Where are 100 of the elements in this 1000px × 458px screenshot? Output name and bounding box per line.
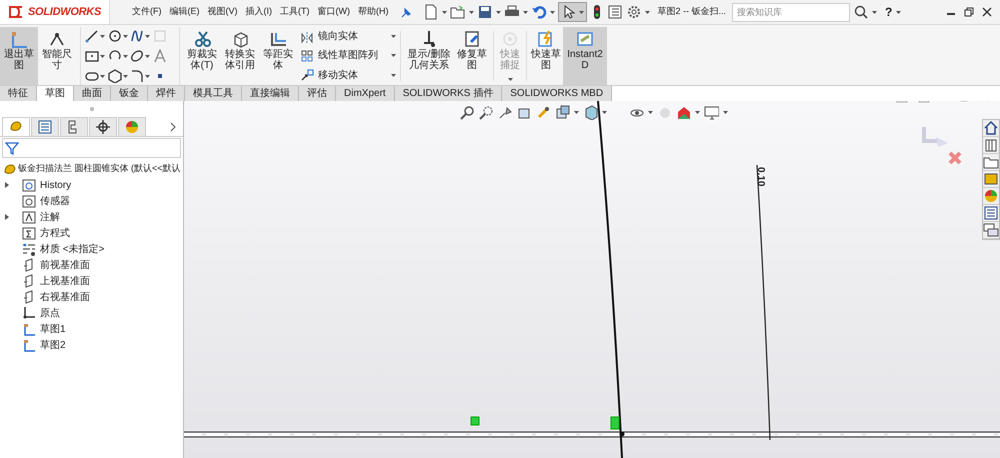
tree-item[interactable]: 右视基准面 bbox=[40, 290, 90, 304]
graphics-area[interactable]: 0.10 bbox=[184, 101, 1000, 458]
ribbon-button[interactable]: 显示/删除几何关系 bbox=[405, 27, 453, 85]
forum-icon[interactable] bbox=[983, 222, 999, 238]
caret-icon[interactable] bbox=[122, 54, 128, 58]
sketch-curve[interactable] bbox=[597, 101, 623, 458]
tree-item[interactable]: 传感器 bbox=[40, 194, 70, 208]
polygon-icon[interactable] bbox=[108, 69, 122, 83]
caret-icon[interactable] bbox=[644, 10, 650, 14]
caret-icon[interactable] bbox=[145, 34, 150, 38]
caret-icon[interactable] bbox=[145, 54, 150, 58]
library-icon[interactable] bbox=[983, 137, 999, 153]
caret-icon[interactable] bbox=[695, 111, 700, 114]
ribbon-button[interactable]: 快速草图 bbox=[529, 27, 563, 85]
ribbon-button[interactable]: 修复草图 bbox=[453, 27, 491, 85]
ribbon-button[interactable]: 剪裁实体(T) bbox=[184, 27, 220, 85]
command-tab[interactable]: 曲面 bbox=[74, 86, 111, 101]
dimension-label[interactable]: 0.10 bbox=[753, 167, 768, 186]
command-tab[interactable]: 钣金 bbox=[111, 86, 148, 101]
ribbon-button[interactable]: Instant2D bbox=[563, 27, 607, 85]
previous-view-icon[interactable] bbox=[498, 105, 513, 120]
menu-item[interactable]: 插入(I) bbox=[246, 5, 272, 19]
command-tab[interactable]: 特征 bbox=[0, 86, 37, 101]
tree-item[interactable]: 方程式 bbox=[40, 226, 70, 240]
caret-icon[interactable] bbox=[100, 74, 105, 78]
rectangle-icon[interactable] bbox=[85, 49, 99, 63]
settings-icon[interactable] bbox=[626, 4, 642, 20]
home-icon[interactable] bbox=[983, 120, 999, 136]
command-tab[interactable]: SOLIDWORKS 插件 bbox=[394, 86, 502, 101]
monitor-icon[interactable] bbox=[704, 105, 719, 120]
help-button[interactable]: ? bbox=[885, 3, 892, 21]
select-button[interactable] bbox=[558, 2, 586, 22]
caret-icon[interactable] bbox=[391, 74, 396, 77]
list-panel-icon[interactable] bbox=[606, 4, 622, 20]
dimension-line[interactable] bbox=[756, 164, 771, 440]
text-letter-icon[interactable] bbox=[152, 49, 166, 63]
caret-icon[interactable] bbox=[100, 54, 105, 58]
caret-icon[interactable] bbox=[391, 35, 396, 38]
caret-icon[interactable] bbox=[468, 10, 474, 14]
circle-icon[interactable] bbox=[108, 29, 122, 43]
ribbon-button[interactable]: 镜向实体 bbox=[300, 29, 358, 44]
caret-icon[interactable] bbox=[522, 10, 528, 14]
new-document-icon[interactable] bbox=[422, 4, 438, 20]
open-folder-icon[interactable] bbox=[450, 4, 466, 20]
ribbon-button[interactable]: 退出草图 bbox=[0, 27, 38, 85]
caret-icon[interactable] bbox=[391, 54, 396, 58]
caret-icon[interactable] bbox=[122, 74, 128, 78]
spline-icon[interactable] bbox=[130, 29, 144, 43]
search-field[interactable]: 搜索知识库 bbox=[732, 2, 850, 22]
expand-arrow-icon[interactable] bbox=[4, 181, 10, 189]
menu-item[interactable]: 工具(T) bbox=[280, 5, 310, 19]
fillet-icon[interactable] bbox=[130, 69, 144, 83]
ribbon-button[interactable]: 线性草图阵列 bbox=[300, 48, 378, 64]
tree-item[interactable]: 注解 bbox=[40, 210, 60, 224]
caret-icon[interactable] bbox=[648, 111, 653, 114]
menu-item[interactable]: 帮助(H) bbox=[358, 5, 388, 19]
command-tab[interactable]: 直接编辑 bbox=[242, 86, 299, 101]
view-orientation-icon[interactable] bbox=[555, 105, 570, 120]
ribbon-button[interactable]: 智能尺寸 bbox=[38, 27, 76, 85]
line-icon[interactable] bbox=[85, 29, 99, 43]
property-list-icon[interactable] bbox=[37, 119, 53, 135]
caret-icon[interactable] bbox=[100, 34, 105, 38]
caret-icon[interactable] bbox=[602, 111, 607, 114]
display-style-icon[interactable] bbox=[583, 105, 598, 120]
menu-item[interactable]: 视图(V) bbox=[208, 5, 238, 19]
tree-item[interactable]: 上视基准面 bbox=[40, 274, 90, 288]
command-tab[interactable]: 焊件 bbox=[148, 86, 185, 101]
appearance-icon[interactable] bbox=[124, 119, 140, 135]
drag-handle-icon[interactable] bbox=[88, 106, 94, 112]
ribbon-button[interactable]: 转换实体引用 bbox=[220, 27, 260, 85]
command-tab[interactable]: SOLIDWORKS MBD bbox=[502, 86, 612, 101]
tree-item[interactable]: 前视基准面 bbox=[40, 258, 90, 272]
command-tab[interactable]: 评估 bbox=[299, 86, 336, 101]
caret-icon[interactable] bbox=[872, 10, 878, 14]
caret-icon[interactable] bbox=[442, 10, 446, 14]
menu-item[interactable]: 窗口(W) bbox=[318, 5, 350, 19]
caret-icon[interactable] bbox=[574, 111, 579, 114]
search-icon[interactable] bbox=[854, 5, 868, 19]
caret-icon[interactable] bbox=[145, 74, 150, 78]
tree-item[interactable]: 草图1 bbox=[40, 322, 66, 336]
tree-item[interactable]: 草图2 bbox=[40, 338, 66, 352]
ribbon-button[interactable]: 移动实体 bbox=[300, 68, 358, 83]
caret-icon[interactable] bbox=[122, 34, 128, 38]
chevron-right-icon[interactable] bbox=[169, 122, 177, 132]
expand-arrow-icon[interactable] bbox=[4, 213, 10, 221]
caret-icon[interactable] bbox=[723, 111, 728, 114]
restore-icon[interactable] bbox=[964, 7, 974, 17]
properties-icon[interactable] bbox=[983, 205, 999, 221]
close-icon[interactable] bbox=[982, 7, 992, 17]
command-tab[interactable]: 模具工具 bbox=[185, 86, 242, 101]
menu-item[interactable]: 编辑(E) bbox=[170, 5, 200, 19]
zoom-area-icon[interactable] bbox=[479, 105, 494, 120]
caret-icon[interactable] bbox=[896, 10, 902, 14]
menu-item[interactable]: 文件(F) bbox=[132, 5, 162, 19]
caret-icon[interactable] bbox=[550, 10, 554, 14]
tree-root[interactable]: 钣金扫描法兰 圆柱圆锥实体 (默认<<默认 bbox=[18, 162, 181, 176]
ellipse-icon[interactable] bbox=[130, 49, 144, 63]
ribbon-button[interactable]: 等距实体 bbox=[260, 27, 296, 85]
command-tab[interactable]: DimXpert bbox=[336, 86, 395, 101]
tree-item[interactable]: 材质 <未指定> bbox=[40, 242, 104, 256]
